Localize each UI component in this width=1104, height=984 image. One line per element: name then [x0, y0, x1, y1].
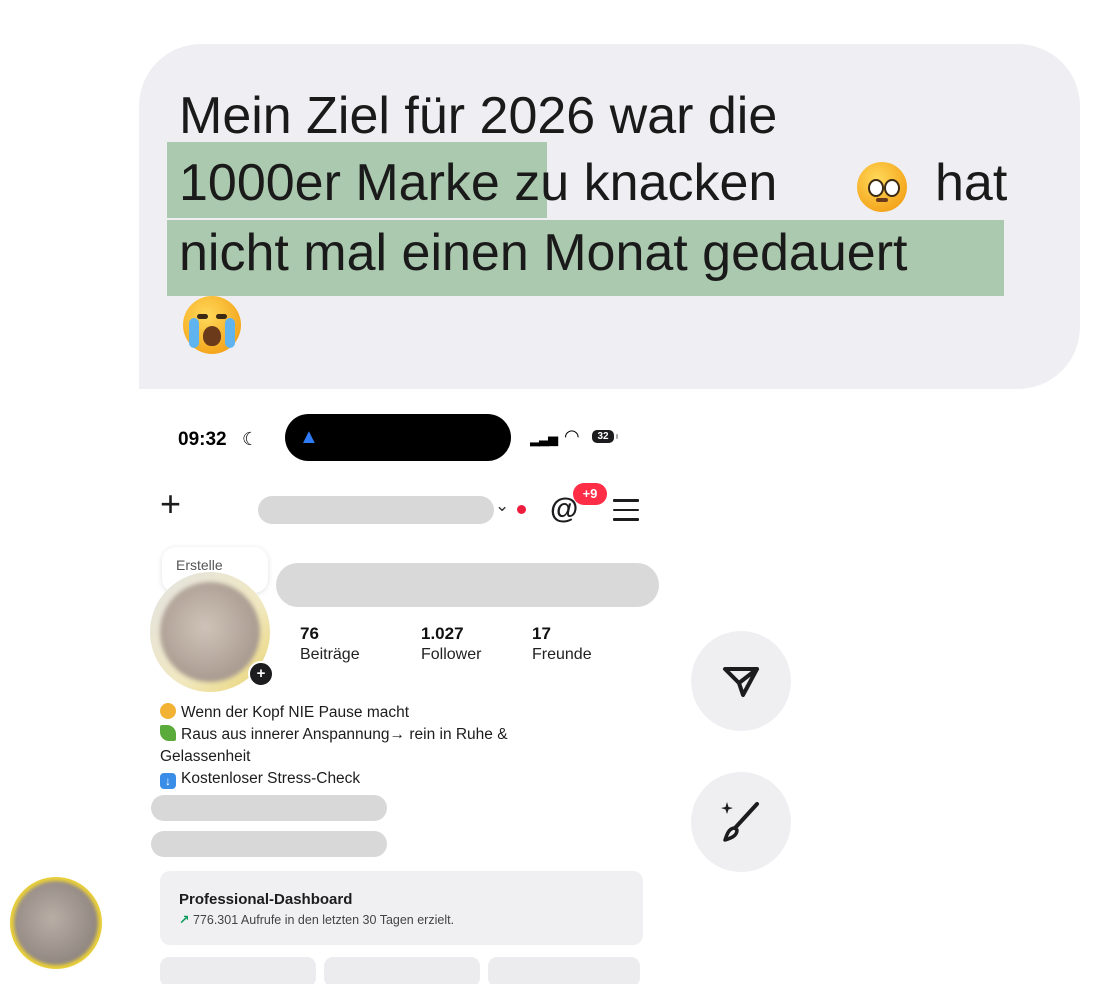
profile-avatar[interactable] — [160, 582, 260, 682]
dashboard-subtitle: ↗ 776.301 Aufrufe in den letzten 30 Tage… — [179, 913, 455, 927]
message-line-2: 1000er Marke zu knacken — [179, 154, 778, 212]
trend-up-icon: ↗ — [179, 913, 190, 927]
threads-badge: +9 — [573, 483, 607, 505]
stat-followers[interactable]: 1.027 Follower — [421, 624, 481, 664]
stat-friends[interactable]: 17 Freunde — [532, 624, 592, 664]
bio-link-redacted[interactable] — [151, 795, 387, 821]
crying-face-emoji — [183, 296, 241, 354]
status-time: 09:32 — [178, 429, 227, 450]
highlighted-text: 1000er Marke — [179, 154, 500, 212]
note-label: Erstelle — [176, 557, 223, 573]
notification-dot — [517, 505, 526, 514]
navigation-arrow-icon: ▲ — [299, 426, 319, 448]
edit-profile-button[interactable] — [160, 957, 316, 984]
profile-button-row — [160, 957, 640, 984]
menu-icon[interactable] — [613, 499, 639, 528]
sender-avatar-image — [14, 881, 98, 965]
wifi-icon: ◠ — [564, 426, 580, 446]
magic-brush-icon — [721, 802, 759, 842]
highlighted-text: nicht mal einen Monat gedauert — [179, 224, 908, 282]
fullname-redacted — [276, 563, 659, 607]
message-bubble[interactable]: Mein Ziel für 2026 war die 1000er Marke … — [139, 44, 1080, 389]
contact-button[interactable] — [488, 957, 640, 984]
signal-icon: ▂▃▅ — [530, 431, 558, 446]
message-line-2-end: hat — [935, 154, 1008, 212]
add-story-icon[interactable]: + — [248, 661, 274, 687]
moon-icon: ☾ — [242, 429, 259, 449]
profile-bio: Wenn der Kopf NIE Pause macht Raus aus i… — [160, 703, 508, 789]
down-arrow-emoji: ↓ — [160, 773, 176, 789]
profile-screenshot[interactable]: 09:32 ☾ ▲ ▂▃▅ ◠ 32 + ⌄ @ +9 Erstelle + 7… — [140, 395, 660, 984]
send-icon — [723, 667, 759, 697]
message-line-1: Mein Ziel für 2026 war die — [179, 87, 778, 145]
message-line-3: nicht mal einen Monat gedauert — [179, 227, 907, 279]
edit-button[interactable] — [691, 772, 791, 872]
sender-avatar[interactable] — [10, 877, 102, 969]
bio-link-redacted[interactable] — [151, 831, 387, 857]
dynamic-island: ▲ — [285, 414, 511, 461]
herb-emoji — [160, 725, 176, 741]
professional-dashboard[interactable]: Professional-Dashboard ↗ 776.301 Aufrufe… — [160, 871, 643, 945]
chevron-down-icon[interactable]: ⌄ — [495, 496, 509, 516]
battery-tip — [616, 434, 618, 439]
username-redacted[interactable] — [258, 496, 494, 524]
stat-posts[interactable]: 76 Beiträge — [300, 624, 360, 664]
share-button[interactable] — [691, 631, 791, 731]
battery-icon: 32 — [592, 430, 614, 443]
dashboard-title: Professional-Dashboard — [179, 891, 353, 908]
pleading-face-emoji — [857, 162, 907, 212]
plus-icon[interactable]: + — [160, 486, 181, 522]
share-profile-button[interactable] — [324, 957, 480, 984]
exploding-head-emoji — [160, 703, 176, 719]
